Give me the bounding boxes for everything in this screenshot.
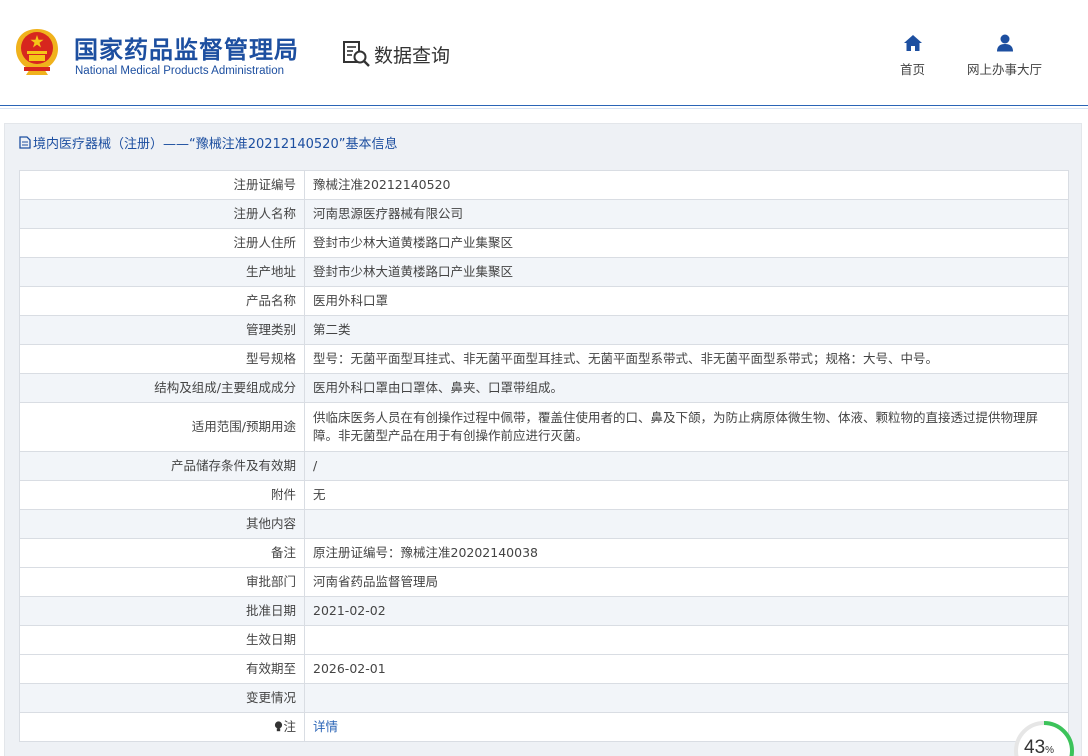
row-value: 详情 bbox=[304, 712, 1069, 742]
row-key: 型号规格 bbox=[19, 344, 305, 374]
table-row: 注册人名称 河南思源医疗器械有限公司 bbox=[19, 199, 1069, 229]
table-row: 注 详情 bbox=[19, 712, 1069, 742]
site-header: 国家药品监督管理局 National Medical Products Admi… bbox=[0, 0, 1088, 106]
row-value: 第二类 bbox=[304, 315, 1069, 345]
nav-home[interactable]: 首页 bbox=[900, 34, 925, 78]
table-row: 结构及组成/主要组成成分 医用外科口罩由口罩体、鼻夹、口罩带组成。 bbox=[19, 373, 1069, 403]
panel-title-text: 境内医疗器械（注册）——“豫械注准20212140520”基本信息 bbox=[33, 137, 398, 152]
table-row: 备注 原注册证编号：豫械注准20202140038 bbox=[19, 538, 1069, 568]
table-row: 产品名称 医用外科口罩 bbox=[19, 286, 1069, 316]
row-key: 附件 bbox=[19, 480, 305, 510]
row-key: 产品储存条件及有效期 bbox=[19, 451, 305, 481]
row-value: 医用外科口罩 bbox=[304, 286, 1069, 316]
note-label: 注 bbox=[283, 719, 296, 734]
row-value: 2021-02-02 bbox=[304, 596, 1069, 626]
user-icon bbox=[996, 34, 1013, 52]
nav-home-label: 首页 bbox=[900, 62, 926, 77]
row-value: 供临床医务人员在有创操作过程中佩带，覆盖住使用者的口、鼻及下颌，为防止病原体微生… bbox=[304, 402, 1069, 452]
detail-panel: 境内医疗器械（注册）——“豫械注准20212140520”基本信息 注册证编号 … bbox=[4, 123, 1082, 756]
table-row: 变更情况 bbox=[19, 683, 1069, 713]
table-row: 适用范围/预期用途 供临床医务人员在有创操作过程中佩带，覆盖住使用者的口、鼻及下… bbox=[19, 402, 1069, 452]
row-key: 备注 bbox=[19, 538, 305, 568]
row-value bbox=[304, 683, 1069, 713]
row-value: 原注册证编号：豫械注准20202140038 bbox=[304, 538, 1069, 568]
home-icon bbox=[903, 35, 922, 51]
document-search-icon bbox=[343, 41, 370, 67]
table-row: 生效日期 bbox=[19, 625, 1069, 655]
table-row: 生产地址 登封市少林大道黄楼路口产业集聚区 bbox=[19, 257, 1069, 287]
row-key: 管理类别 bbox=[19, 315, 305, 345]
row-value: 登封市少林大道黄楼路口产业集聚区 bbox=[304, 228, 1069, 258]
row-key: 注册人住所 bbox=[19, 228, 305, 258]
row-value: 豫械注准20212140520 bbox=[304, 170, 1069, 200]
national-emblem-icon bbox=[16, 29, 58, 75]
note-row-key: 注 bbox=[19, 712, 305, 742]
org-name-en: National Medical Products Administration bbox=[75, 65, 285, 77]
row-key: 适用范围/预期用途 bbox=[19, 402, 305, 452]
row-key: 生效日期 bbox=[19, 625, 305, 655]
row-key: 审批部门 bbox=[19, 567, 305, 597]
row-value: 登封市少林大道黄楼路口产业集聚区 bbox=[304, 257, 1069, 287]
header-divider bbox=[0, 108, 1088, 109]
table-row: 批准日期 2021-02-02 bbox=[19, 596, 1069, 626]
table-row: 注册证编号 豫械注准20212140520 bbox=[19, 170, 1069, 200]
row-value: 2026-02-01 bbox=[304, 654, 1069, 684]
panel-title: 境内医疗器械（注册）——“豫械注准20212140520”基本信息 bbox=[19, 133, 397, 152]
row-value: 河南思源医疗器械有限公司 bbox=[304, 199, 1069, 229]
row-key: 结构及组成/主要组成成分 bbox=[19, 373, 305, 403]
row-value bbox=[304, 625, 1069, 655]
section-title: 数据查询 bbox=[374, 44, 451, 67]
table-row: 产品储存条件及有效期 / bbox=[19, 451, 1069, 481]
org-name-cn: 国家药品监督管理局 bbox=[74, 36, 299, 64]
table-row: 注册人住所 登封市少林大道黄楼路口产业集聚区 bbox=[19, 228, 1069, 258]
table-row: 审批部门 河南省药品监督管理局 bbox=[19, 567, 1069, 597]
table-row: 其他内容 bbox=[19, 509, 1069, 539]
row-key: 注册人名称 bbox=[19, 199, 305, 229]
row-value: 无 bbox=[304, 480, 1069, 510]
table-row: 附件 无 bbox=[19, 480, 1069, 510]
row-value: 医用外科口罩由口罩体、鼻夹、口罩带组成。 bbox=[304, 373, 1069, 403]
row-key: 生产地址 bbox=[19, 257, 305, 287]
row-value bbox=[304, 509, 1069, 539]
table-row: 管理类别 第二类 bbox=[19, 315, 1069, 345]
row-key: 产品名称 bbox=[19, 286, 305, 316]
data-query-section: 数据查询 bbox=[342, 40, 450, 68]
row-key: 有效期至 bbox=[19, 654, 305, 684]
row-key: 注册证编号 bbox=[19, 170, 305, 200]
table-row: 型号规格 型号：无菌平面型耳挂式、非无菌平面型耳挂式、无菌平面型系带式、非无菌平… bbox=[19, 344, 1069, 374]
info-table: 注册证编号 豫械注准20212140520 注册人名称 河南思源医疗器械有限公司… bbox=[19, 170, 1069, 742]
document-icon bbox=[19, 136, 31, 149]
progress-label: 43% bbox=[1024, 737, 1054, 756]
table-row: 有效期至 2026-02-01 bbox=[19, 654, 1069, 684]
details-link[interactable]: 详情 bbox=[313, 719, 338, 734]
progress-value: 43 bbox=[1024, 737, 1046, 756]
nav-online-service-hall[interactable]: 网上办事大厅 bbox=[967, 34, 1042, 78]
nav-online-service-hall-label: 网上办事大厅 bbox=[967, 62, 1043, 77]
row-key: 批准日期 bbox=[19, 596, 305, 626]
row-key: 变更情况 bbox=[19, 683, 305, 713]
row-value: 河南省药品监督管理局 bbox=[304, 567, 1069, 597]
row-key: 其他内容 bbox=[19, 509, 305, 539]
row-value: 型号：无菌平面型耳挂式、非无菌平面型耳挂式、无菌平面型系带式、非无菌平面型系带式… bbox=[304, 344, 1069, 374]
row-value: / bbox=[304, 451, 1069, 481]
progress-unit: % bbox=[1045, 745, 1055, 756]
